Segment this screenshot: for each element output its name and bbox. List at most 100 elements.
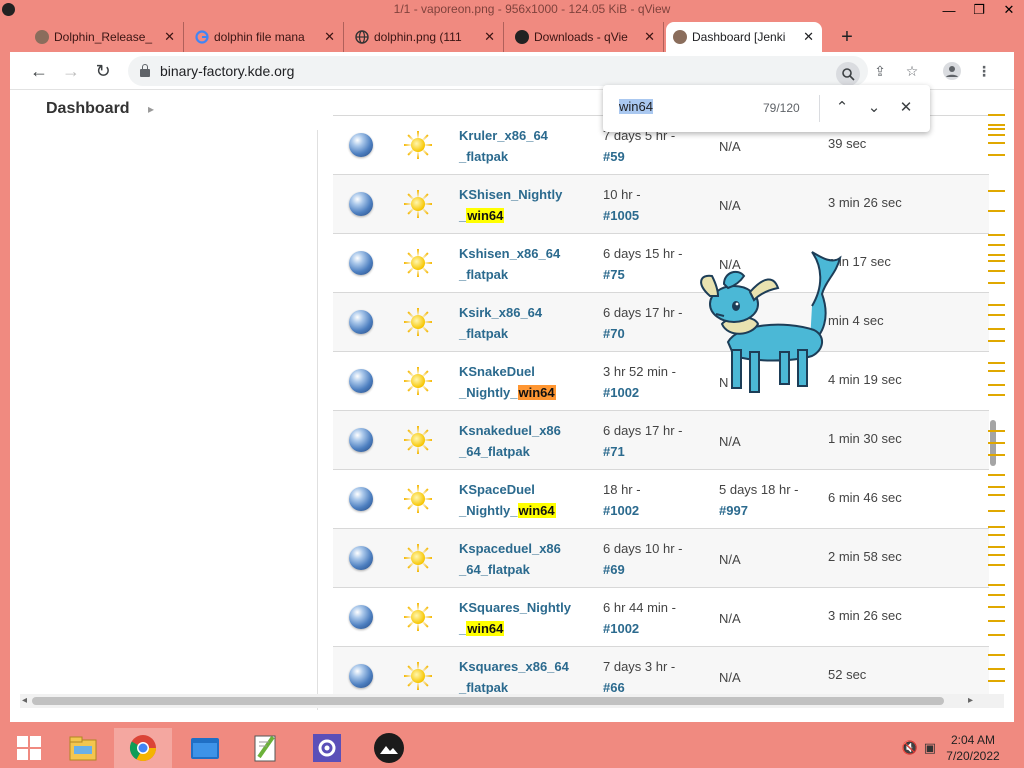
close-button[interactable]: ✕ [994, 0, 1024, 20]
tab-close-icon[interactable]: ✕ [164, 29, 175, 45]
url-text[interactable]: binary-factory.kde.org [160, 63, 294, 79]
maximize-button[interactable]: ❐ [964, 0, 994, 20]
job-name-link[interactable]: Kspaceduel_x86 _64_flatpak [459, 538, 589, 580]
tab-close-icon[interactable]: ✕ [644, 29, 655, 45]
minimize-button[interactable]: — [934, 0, 964, 20]
back-button[interactable]: ← [28, 60, 50, 82]
weather-sunny-icon [403, 307, 433, 337]
build-status-ball-icon[interactable] [349, 133, 373, 157]
horizontal-scroll-thumb[interactable] [32, 697, 944, 705]
build-number-link[interactable]: #71 [603, 441, 713, 462]
build-status-ball-icon[interactable] [349, 487, 373, 511]
share-icon[interactable]: ⇪ [868, 59, 892, 83]
last-duration-cell: min 4 sec [828, 313, 884, 328]
build-number-link[interactable]: #997 [719, 500, 819, 521]
build-status-ball-icon[interactable] [349, 546, 373, 570]
profile-icon[interactable] [940, 59, 964, 83]
tab-label: dolphin.png (111 [374, 30, 462, 44]
taskbar-qview[interactable] [360, 728, 418, 768]
find-query[interactable]: win64 [619, 99, 653, 114]
menu-kebab-icon[interactable]: ⋮ [972, 59, 996, 83]
job-name-link[interactable]: Kruler_x86_64 _flatpak [459, 125, 589, 167]
find-result-marker [988, 430, 1005, 432]
find-result-marker [988, 328, 1005, 330]
breadcrumb-dashboard[interactable]: Dashboard [46, 100, 130, 118]
tab-close-icon[interactable]: ✕ [484, 29, 495, 45]
find-result-marker [988, 442, 1005, 444]
build-status-ball-icon[interactable] [349, 192, 373, 216]
volume-muted-icon[interactable]: 🔇 [902, 740, 918, 756]
tab-close-icon[interactable]: ✕ [803, 29, 814, 45]
browser-tab-2[interactable]: dolphin file mana ✕ [188, 22, 344, 52]
find-input[interactable]: win64 [619, 99, 653, 114]
bookmark-star-icon[interactable]: ☆ [900, 59, 924, 83]
last-duration-cell: 3 min 26 sec [828, 195, 902, 210]
find-bar: win64 79/120 ⌃ ⌄ ✕ [603, 85, 930, 132]
forward-button[interactable]: → [60, 60, 82, 82]
build-number-link[interactable]: #69 [603, 559, 713, 580]
find-result-marker [988, 128, 1005, 130]
address-bar[interactable]: binary-factory.kde.org [128, 56, 868, 86]
taskbar-folder[interactable] [176, 728, 234, 768]
last-duration-cell: 6 min 46 sec [828, 490, 902, 505]
taskbar-settings[interactable] [298, 728, 356, 768]
jenkins-icon [673, 30, 687, 44]
job-name-link[interactable]: KShisen_Nightly _win64 [459, 184, 589, 226]
build-status-ball-icon[interactable] [349, 251, 373, 275]
find-next-icon[interactable]: ⌄ [863, 97, 885, 119]
tab-close-icon[interactable]: ✕ [324, 29, 335, 45]
build-status-ball-icon[interactable] [349, 310, 373, 334]
taskbar-notepad-plus[interactable] [236, 728, 294, 768]
search-highlight: win64 [466, 621, 505, 636]
build-number-link[interactable]: #59 [603, 146, 713, 167]
scroll-left-icon[interactable]: ◂ [22, 694, 27, 708]
find-result-marker [988, 494, 1005, 496]
job-name-link[interactable]: KSpaceDuel _Nightly_win64 [459, 479, 589, 521]
build-status-ball-icon[interactable] [349, 428, 373, 452]
job-name-link[interactable]: KSquares_Nightly _win64 [459, 597, 589, 639]
horizontal-scrollbar[interactable]: ◂ ▸ [20, 694, 1004, 708]
build-status-ball-icon[interactable] [349, 605, 373, 629]
search-highlight: win64 [517, 503, 556, 518]
browser-tab-5-active[interactable]: Dashboard [Jenki ✕ [666, 22, 822, 52]
build-status-ball-icon[interactable] [349, 664, 373, 688]
job-name-link[interactable]: Ksquares_x86_64 _flatpak [459, 656, 589, 698]
search-lens-icon[interactable] [836, 62, 860, 86]
vertical-scrollbar[interactable] [978, 94, 1005, 692]
build-number-link[interactable]: #1005 [603, 205, 713, 226]
last-duration-cell: 2 min 58 sec [828, 549, 902, 564]
search-highlight: win64 [466, 208, 505, 223]
find-result-marker [988, 510, 1005, 512]
find-result-marker [988, 534, 1005, 536]
breadcrumb-arrow-icon[interactable]: ▸ [148, 102, 154, 116]
build-status-ball-icon[interactable] [349, 369, 373, 393]
build-number-link[interactable]: #1002 [603, 618, 713, 639]
job-name-link[interactable]: KSnakeDuel _Nightly_win64 [459, 361, 589, 403]
browser-tab-1[interactable]: Dolphin_Release_ ✕ [28, 22, 184, 52]
last-failure-cell: N/A [719, 198, 741, 213]
taskbar-chrome[interactable] [114, 728, 172, 768]
job-name-link[interactable]: Ksnakeduel_x86 _64_flatpak [459, 420, 589, 462]
start-button[interactable] [0, 728, 58, 768]
reload-button[interactable]: ↻ [92, 60, 114, 82]
find-result-marker [988, 668, 1005, 670]
taskbar-clock[interactable]: 2:04 AM 7/20/2022 [938, 732, 1008, 764]
browser-tab-3[interactable]: dolphin.png (111 ✕ [348, 22, 504, 52]
job-name-link[interactable]: Ksirk_x86_64 _flatpak [459, 302, 589, 344]
find-previous-icon[interactable]: ⌃ [831, 97, 853, 119]
tab-strip: Dolphin_Release_ ✕ dolphin file mana ✕ d… [10, 18, 1014, 52]
new-tab-button[interactable]: + [834, 24, 860, 50]
browser-tab-4[interactable]: Downloads - qVie ✕ [508, 22, 664, 52]
weather-sunny-icon [403, 366, 433, 396]
lock-icon[interactable] [140, 64, 150, 77]
find-result-marker [988, 486, 1005, 488]
weather-sunny-icon [403, 661, 433, 691]
find-close-icon[interactable]: ✕ [895, 97, 917, 119]
taskbar-file-explorer[interactable] [54, 728, 112, 768]
tab-label: Downloads - qVie [534, 30, 628, 44]
build-number-link[interactable]: #1002 [603, 500, 713, 521]
network-icon[interactable]: ▣ [924, 740, 936, 756]
weather-sunny-icon [403, 189, 433, 219]
job-name-link[interactable]: Kshisen_x86_64 _flatpak [459, 243, 589, 285]
scroll-right-icon[interactable]: ▸ [968, 694, 973, 708]
